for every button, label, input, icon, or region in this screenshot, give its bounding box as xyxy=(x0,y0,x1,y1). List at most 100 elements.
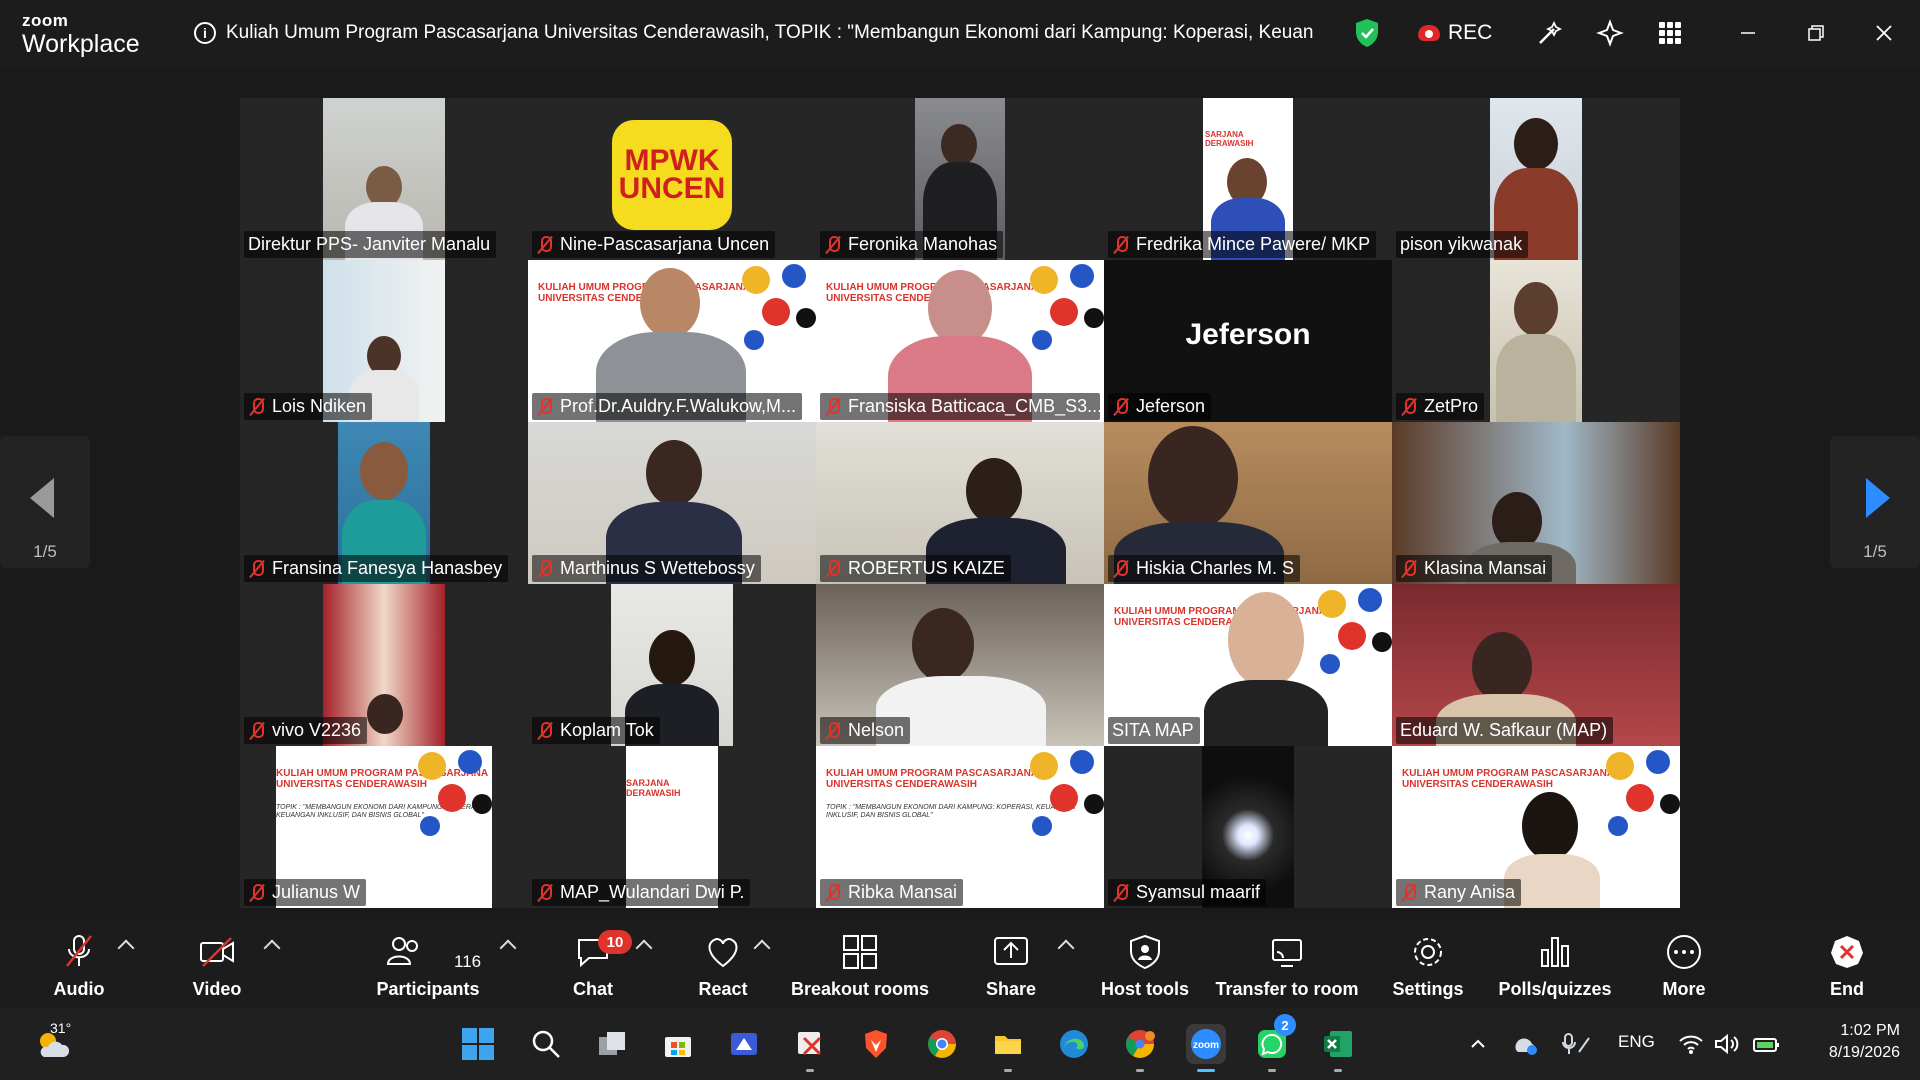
task-view-icon[interactable] xyxy=(592,1024,632,1064)
participant-tile[interactable]: pison yikwanak xyxy=(1392,98,1680,260)
video-button[interactable]: Video xyxy=(182,930,252,1002)
participant-name-label: Feronika Manohas xyxy=(820,231,1004,258)
breakout-rooms-button[interactable]: Breakout rooms xyxy=(790,930,930,1002)
meeting-title[interactable]: i Kuliah Umum Program Pascasarjana Unive… xyxy=(194,18,1314,48)
title-bar: zoom Workplace i Kuliah Umum Program Pas… xyxy=(0,0,1920,66)
chrome-icon[interactable] xyxy=(922,1024,962,1064)
host-tools-button[interactable]: Host tools xyxy=(1096,930,1194,1002)
participant-tile[interactable]: KULIAH UMUM PROGRAM PASCASARJANA UNIVERS… xyxy=(816,746,1104,908)
participant-tile[interactable]: Syamsul maarif xyxy=(1104,746,1392,908)
file-explorer-icon[interactable] xyxy=(988,1024,1028,1072)
weather-temp: 31° xyxy=(50,1020,72,1036)
share-options-chevron-icon[interactable] xyxy=(1057,939,1075,957)
participant-tile[interactable]: SARJANA DERAWASIH Fredrika Mince Pawere/ … xyxy=(1104,98,1392,260)
info-icon[interactable]: i xyxy=(194,22,216,44)
windows-start-icon[interactable] xyxy=(458,1024,498,1064)
participant-tile-active-speaker[interactable]: KULIAH UMUM PROGRAM PASCASARJANA UNIVERS… xyxy=(1104,584,1392,746)
participant-tile[interactable]: KULIAH UMUM PROGRAM PASCASARJANA UNIVERS… xyxy=(240,746,528,908)
chrome-profile-icon[interactable] xyxy=(1120,1024,1160,1072)
gallery-view-grid: Direktur PPS- Janviter Manalu MPWK UNCEN … xyxy=(240,98,1680,908)
mic-muted-icon xyxy=(248,721,266,741)
participant-tile[interactable]: Nelson xyxy=(816,584,1104,746)
whatsapp-icon[interactable]: 2 xyxy=(1252,1014,1296,1072)
recording-indicator[interactable]: REC xyxy=(1418,18,1492,48)
settings-button[interactable]: Settings xyxy=(1390,930,1466,1002)
participant-name-label: Direktur PPS- Janviter Manalu xyxy=(244,231,497,258)
transfer-to-room-button[interactable]: Transfer to room xyxy=(1214,930,1360,1002)
participant-tile[interactable]: Direktur PPS- Janviter Manalu xyxy=(240,98,528,260)
mic-muted-icon xyxy=(824,397,842,417)
snipping-tool-icon[interactable] xyxy=(790,1024,830,1072)
participant-tile[interactable]: Jeferson Jeferson xyxy=(1104,260,1392,422)
next-page-button[interactable]: 1/5 xyxy=(1830,436,1920,568)
participant-tile[interactable]: vivo V2236 xyxy=(240,584,528,746)
battery-charging-icon[interactable] xyxy=(1750,1024,1784,1064)
react-options-chevron-icon[interactable] xyxy=(753,939,771,957)
participant-tile[interactable]: Feronika Manohas xyxy=(816,98,1104,260)
edge-browser-icon[interactable] xyxy=(1054,1024,1094,1064)
participant-tile[interactable]: Lois Ndiken xyxy=(240,260,528,422)
close-button[interactable] xyxy=(1868,17,1900,49)
encryption-shield-icon[interactable] xyxy=(1354,18,1380,48)
participant-name-label: vivo V2236 xyxy=(244,717,368,744)
arrow-right-icon xyxy=(1866,478,1890,518)
participant-tile[interactable]: Eduard W. Safkaur (MAP) xyxy=(1392,584,1680,746)
video-options-chevron-icon[interactable] xyxy=(263,939,281,957)
polls-bar-chart-icon xyxy=(1541,937,1569,967)
participant-tile[interactable]: MPWK UNCEN Nine-Pascasarjana Uncen xyxy=(528,98,816,260)
participant-tile[interactable]: ZetPro xyxy=(1392,260,1680,422)
participant-tile[interactable]: KULIAH UMUM PROGRAM PASCASARJANA UNIVERS… xyxy=(528,260,816,422)
participant-tile[interactable]: ROBERTUS KAIZE xyxy=(816,422,1104,584)
rec-label: REC xyxy=(1448,21,1493,44)
apps-grid-icon[interactable] xyxy=(1654,17,1686,49)
participant-tile[interactable]: Koplam Tok xyxy=(528,584,816,746)
network-security-icon[interactable] xyxy=(1510,1024,1542,1064)
participant-tile[interactable]: KULIAH UMUM PROGRAM PASCASARJANA UNIVERS… xyxy=(1392,746,1680,908)
share-button[interactable]: Share xyxy=(976,930,1046,1002)
language-indicator[interactable]: ENG xyxy=(1618,1032,1655,1052)
mic-muted-icon xyxy=(824,721,842,741)
participants-options-chevron-icon[interactable] xyxy=(499,939,517,957)
excel-icon[interactable] xyxy=(1318,1024,1358,1072)
restore-button[interactable] xyxy=(1800,17,1832,49)
arrow-left-icon xyxy=(30,478,54,518)
sparkle-icon[interactable] xyxy=(1594,17,1626,49)
chevron-up-icon[interactable] xyxy=(1464,1024,1492,1064)
participant-name-label: MAP_Wulandari Dwi P. xyxy=(532,879,751,906)
svg-text:zoom: zoom xyxy=(1193,1040,1219,1051)
chat-options-chevron-icon[interactable] xyxy=(635,939,653,957)
minimize-button[interactable] xyxy=(1732,17,1764,49)
brave-browser-icon[interactable] xyxy=(856,1024,896,1064)
participant-tile[interactable]: Fransina Fanesya Hanasbey xyxy=(240,422,528,584)
audio-options-chevron-icon[interactable] xyxy=(117,939,135,957)
zoom-app-icon[interactable]: zoom xyxy=(1186,1024,1226,1072)
participant-name-label: SITA MAP xyxy=(1108,717,1200,744)
system-clock[interactable]: 1:02 PM 8/19/2026 xyxy=(1800,1020,1900,1064)
participant-name-label: ZetPro xyxy=(1396,393,1485,420)
search-icon[interactable] xyxy=(526,1024,566,1064)
mic-muted-icon xyxy=(824,883,842,903)
react-button[interactable]: React xyxy=(690,930,756,1002)
volume-icon[interactable] xyxy=(1712,1024,1742,1064)
app-icon-blue[interactable] xyxy=(724,1024,764,1064)
participant-tile[interactable]: Hiskia Charles M. S xyxy=(1104,422,1392,584)
mic-muted-icon xyxy=(1112,559,1130,579)
previous-page-button[interactable]: 1/5 xyxy=(0,436,90,568)
participants-count: 116 xyxy=(454,952,482,971)
microphone-pen-icon[interactable] xyxy=(1560,1024,1594,1064)
wifi-icon[interactable] xyxy=(1676,1024,1706,1064)
ai-companion-wand-icon[interactable] xyxy=(1534,17,1566,49)
chat-button[interactable]: 10 Chat xyxy=(562,930,632,1002)
audio-button[interactable]: Audio xyxy=(44,930,114,1002)
participant-tile[interactable]: Marthinus S Wettebossy xyxy=(528,422,816,584)
windows-taskbar: 31° zoom 2 ENG 1:02 PM 8/19/2026 xyxy=(0,1008,1920,1080)
participant-tile[interactable]: KULIAH UMUM PROGRAM PASCASARJANA UNIVERS… xyxy=(816,260,1104,422)
participants-button[interactable]: 116 Participants xyxy=(370,930,486,1002)
polls-quizzes-button[interactable]: Polls/quizzes xyxy=(1498,930,1612,1002)
end-meeting-button[interactable]: End xyxy=(1824,930,1870,1002)
microsoft-store-icon[interactable] xyxy=(658,1024,698,1064)
more-button[interactable]: More xyxy=(1654,930,1714,1002)
participant-tile[interactable]: SARJANA DERAWASIH MAP_Wulandari Dwi P. xyxy=(528,746,816,908)
participant-tile[interactable]: Klasina Mansai xyxy=(1392,422,1680,584)
share-screen-icon xyxy=(994,937,1028,965)
